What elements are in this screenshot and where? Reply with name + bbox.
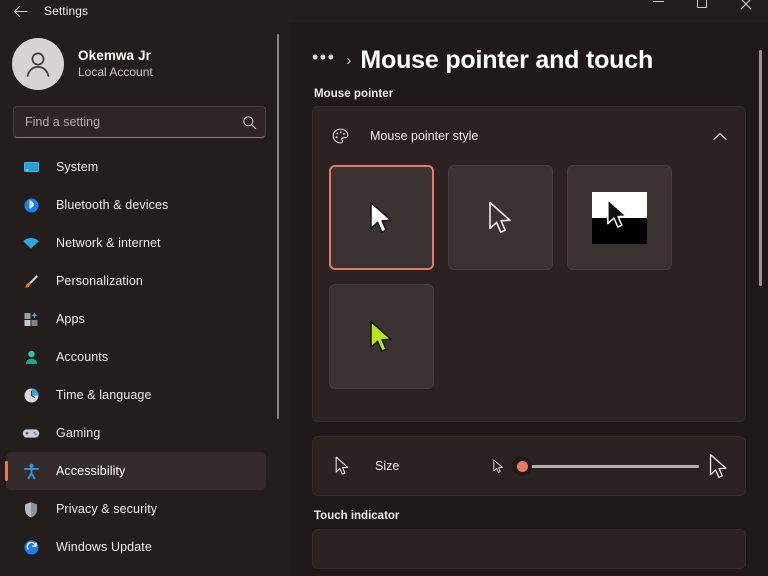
section-label-mouse-pointer: Mouse pointer [314, 88, 394, 100]
sidebar: Okemwa Jr Local Account Find a setting S… [0, 22, 290, 576]
pointer-style-custom[interactable] [329, 284, 434, 389]
sidebar-item-label: Network & internet [56, 236, 161, 250]
sidebar-item-label: Accessibility [56, 464, 126, 478]
main-content: ••• › Mouse pointer and touch Mouse poin… [290, 22, 768, 576]
account-name: Okemwa Jr [78, 47, 151, 63]
sidebar-nav: System Bluetooth & devices Network & int… [0, 148, 290, 566]
sidebar-item-label: System [56, 160, 99, 174]
minimize-icon [652, 1, 664, 2]
sidebar-item-personalization[interactable]: Personalization [6, 262, 266, 300]
minimize-button[interactable] [636, 0, 680, 22]
settings-window: Settings Okemwa Jr Local Account Find a … [0, 0, 768, 576]
sidebar-item-label: Time & language [56, 388, 152, 402]
maximize-button[interactable] [680, 0, 724, 22]
window-body: Okemwa Jr Local Account Find a setting S… [0, 22, 768, 576]
update-refresh-icon [22, 538, 40, 556]
pointer-style-inverted[interactable] [567, 165, 672, 270]
sidebar-item-privacy-security[interactable]: Privacy & security [6, 490, 266, 528]
maximize-icon [696, 0, 707, 8]
sidebar-item-label: Gaming [56, 426, 101, 440]
breadcrumb: ••• › Mouse pointer and touch [312, 42, 768, 78]
paintbrush-icon [22, 272, 40, 290]
pointer-size-slider[interactable] [512, 455, 699, 477]
close-icon [740, 0, 752, 10]
monitor-icon [22, 158, 40, 176]
sidebar-item-label: Personalization [56, 274, 143, 288]
sidebar-item-label: Windows Update [56, 540, 152, 554]
page-title: Mouse pointer and touch [360, 45, 654, 74]
inverted-preview [592, 191, 647, 244]
window-controls [636, 0, 768, 22]
content-scrollbar[interactable] [759, 50, 762, 286]
avatar [12, 38, 64, 90]
cursor-inverted-icon [607, 198, 628, 228]
gamepad-icon [22, 424, 40, 442]
cursor-small-icon [331, 456, 353, 476]
sidebar-item-system[interactable]: System [6, 148, 266, 186]
sidebar-scrollbar[interactable] [277, 34, 279, 419]
breadcrumb-overflow-button[interactable]: ••• [312, 48, 335, 72]
shield-icon [22, 500, 40, 518]
account-card[interactable]: Okemwa Jr Local Account [0, 30, 290, 100]
sidebar-item-apps[interactable]: Apps [6, 300, 266, 338]
sidebar-item-label: Privacy & security [56, 502, 158, 516]
app-title: Settings [44, 4, 89, 18]
cursor-white-icon [369, 201, 392, 233]
search-icon[interactable] [242, 115, 257, 130]
bluetooth-icon [22, 196, 40, 214]
pointer-size-card: Size [312, 436, 746, 496]
accessibility-person-icon [22, 462, 40, 480]
chevron-right-icon: › [346, 51, 352, 69]
sidebar-item-label: Apps [56, 312, 85, 326]
sidebar-item-network-internet[interactable]: Network & internet [6, 224, 266, 262]
sidebar-item-label: Bluetooth & devices [56, 198, 169, 212]
mouse-pointer-style-card: Mouse pointer style [312, 106, 746, 422]
touch-indicator-card[interactable] [312, 529, 746, 569]
account-subtitle: Local Account [78, 65, 153, 80]
slider-thumb[interactable] [512, 456, 532, 476]
back-button[interactable] [0, 0, 40, 22]
person-avatar-icon [26, 52, 50, 77]
sidebar-item-bluetooth-devices[interactable]: Bluetooth & devices [6, 186, 266, 224]
cursor-black-icon [488, 201, 511, 233]
chevron-up-icon[interactable] [713, 132, 727, 141]
section-label-touch-indicator: Touch indicator [314, 510, 400, 522]
palette-icon [329, 127, 351, 146]
sidebar-item-time-language[interactable]: Time & language [6, 376, 266, 414]
mouse-pointer-style-header[interactable]: Mouse pointer style [313, 107, 745, 165]
account-person-icon [22, 348, 40, 366]
slider-track [522, 464, 699, 468]
search-box[interactable] [13, 106, 266, 138]
pointer-style-swatches [313, 165, 745, 421]
back-arrow-icon [13, 5, 28, 17]
clock-icon [22, 386, 40, 404]
pointer-size-slider-wrap [493, 453, 729, 480]
pointer-style-black[interactable] [448, 165, 553, 270]
sidebar-item-gaming[interactable]: Gaming [6, 414, 266, 452]
wifi-icon [22, 234, 40, 252]
title-bar: Settings [0, 0, 768, 22]
apps-grid-icon [22, 310, 40, 328]
cursor-large-icon [709, 453, 729, 480]
pointer-size-label: Size [375, 459, 400, 473]
pointer-style-white[interactable] [329, 165, 434, 270]
sidebar-item-accessibility[interactable]: Accessibility [5, 452, 266, 490]
search-input[interactable] [25, 115, 242, 129]
sidebar-item-accounts[interactable]: Accounts [6, 338, 266, 376]
account-text: Okemwa Jr Local Account [78, 48, 153, 81]
mouse-pointer-style-title: Mouse pointer style [370, 129, 479, 143]
close-button[interactable] [724, 0, 768, 22]
cursor-custom-icon [369, 320, 392, 352]
sidebar-item-windows-update[interactable]: Windows Update [6, 528, 266, 566]
sidebar-item-label: Accounts [56, 350, 109, 364]
cursor-tiny-icon [493, 459, 504, 474]
